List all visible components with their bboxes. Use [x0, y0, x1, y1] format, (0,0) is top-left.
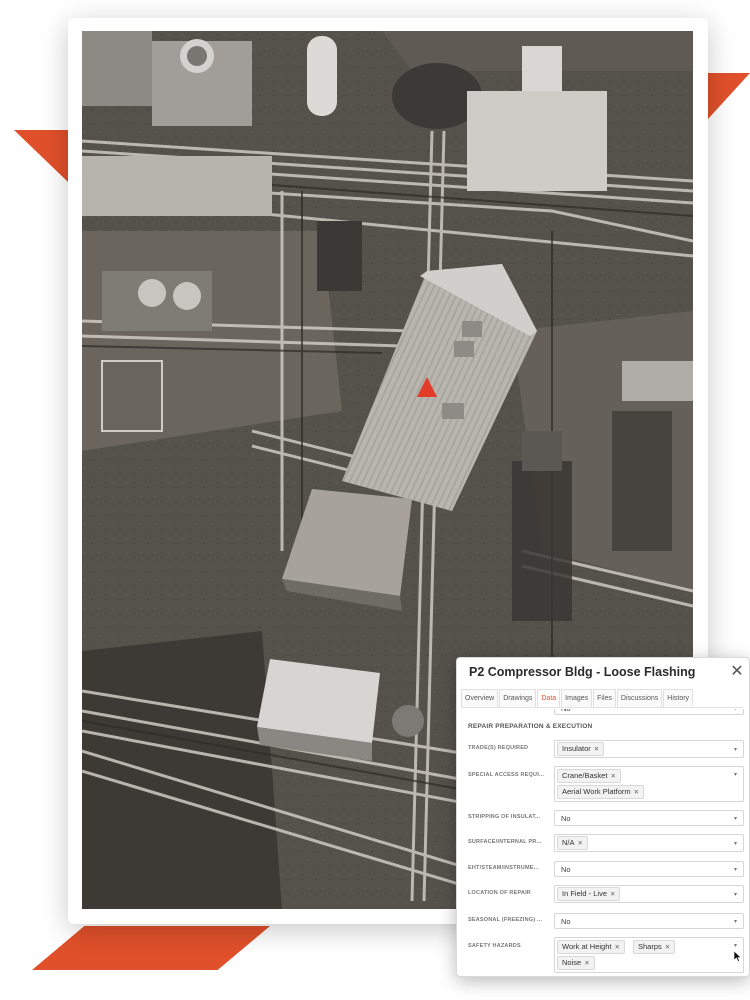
- chevron-down-icon: ▾: [733, 709, 737, 712]
- remove-chip-icon[interactable]: ✕: [610, 773, 615, 780]
- eht-select[interactable]: No ▾: [554, 861, 744, 877]
- decorative-accent-bottom-left: [32, 926, 270, 970]
- cut-row-value: No: [561, 709, 571, 713]
- field-label: TRADE(S) REQUIRED: [468, 745, 529, 751]
- chip: Sharps ✕: [633, 940, 676, 954]
- chevron-down-icon: ▾: [733, 892, 737, 898]
- field-label: STRIPPING OF INSULAT...: [468, 814, 541, 820]
- chip-label: In Field - Live: [562, 889, 608, 898]
- chip: N/A ✕: [557, 836, 588, 850]
- remove-chip-icon[interactable]: ✕: [610, 891, 615, 898]
- form-row-stripping: STRIPPING OF INSULAT... No ▾: [468, 810, 746, 826]
- tab-files[interactable]: Files: [593, 689, 616, 707]
- seasonal-select[interactable]: No ▾: [554, 913, 744, 929]
- tab-drawings[interactable]: Drawings: [499, 689, 537, 707]
- remove-chip-icon[interactable]: ✕: [665, 944, 670, 951]
- remove-chip-icon[interactable]: ✕: [634, 789, 639, 796]
- issue-detail-panel: P2 Compressor Bldg - Loose Flashing ✕ Ov…: [456, 657, 750, 977]
- chevron-down-icon: ▾: [733, 772, 737, 778]
- tab-discussions[interactable]: Discussions: [616, 689, 663, 707]
- form-row-eht: EHT/STEAM/INSTRUME... No ▾: [468, 861, 746, 877]
- chip: Noise ✕: [557, 956, 595, 970]
- mouse-pointer-icon: [734, 951, 742, 962]
- tab-data[interactable]: Data: [537, 689, 561, 707]
- form-row-cut: No ▾: [468, 709, 746, 715]
- chip-label: Aerial Work Platform: [562, 787, 631, 796]
- surface-select[interactable]: N/A ✕ ▾: [554, 834, 744, 852]
- panel-title: P2 Compressor Bldg - Loose Flashing: [469, 665, 696, 679]
- chevron-down-icon: ▾: [733, 867, 737, 873]
- chip: In Field - Live ✕: [557, 887, 621, 901]
- panel-tabs: Overview Drawings Data Images Files Disc…: [461, 689, 743, 708]
- remove-chip-icon[interactable]: ✕: [614, 944, 619, 951]
- field-label: SEASONAL (FREEZING) ...: [468, 917, 543, 923]
- chevron-down-icon: ▾: [733, 816, 737, 822]
- chip: Work at Height ✕: [557, 940, 625, 954]
- form-row-location: LOCATION OF REPAIR In Field - Live ✕ ▾: [468, 885, 746, 903]
- field-value: No: [561, 917, 571, 926]
- data-form[interactable]: No ▾ REPAIR PREPARATION & EXECUTION TRAD…: [457, 709, 749, 976]
- safety-hazards-select[interactable]: Work at Height ✕ Sharps ✕ Noise ✕ ▾: [554, 937, 744, 973]
- field-value: No: [561, 865, 571, 874]
- field-label: SURFACE/INTERNAL PR...: [468, 839, 542, 845]
- panel-header: P2 Compressor Bldg - Loose Flashing ✕: [457, 658, 749, 688]
- close-icon[interactable]: ✕: [729, 664, 745, 680]
- field-label: LOCATION OF REPAIR: [468, 890, 531, 896]
- field-label: EHT/STEAM/INSTRUME...: [468, 865, 539, 871]
- chip-label: Noise: [562, 958, 582, 967]
- form-row-trades-required: TRADE(S) REQUIRED Insulator ✕ ▾: [468, 740, 746, 758]
- chip-label: Insulator: [562, 744, 591, 753]
- form-row-surface: SURFACE/INTERNAL PR... N/A ✕ ▾: [468, 834, 746, 852]
- form-row-safety-hazards: SAFETY HAZARDS Work at Height ✕ Sharps ✕ N…: [468, 937, 746, 973]
- form-row-seasonal: SEASONAL (FREEZING) ... No ▾: [468, 913, 746, 929]
- field-value: No: [561, 814, 571, 823]
- remove-chip-icon[interactable]: ✕: [578, 840, 583, 847]
- trades-required-select[interactable]: Insulator ✕ ▾: [554, 740, 744, 758]
- location-select[interactable]: In Field - Live ✕ ▾: [554, 885, 744, 903]
- chip: Crane/Basket ✕: [557, 769, 621, 783]
- decorative-accent-top-right: [708, 73, 750, 119]
- chevron-down-icon: ▾: [733, 747, 737, 753]
- chip-label: Sharps: [638, 942, 662, 951]
- tab-history[interactable]: History: [663, 689, 694, 707]
- special-access-select[interactable]: Crane/Basket ✕ Aerial Work Platform ✕ ▾: [554, 766, 744, 802]
- chevron-down-icon: ▾: [733, 841, 737, 847]
- chevron-down-icon: ▾: [733, 919, 737, 925]
- chip-label: Crane/Basket: [562, 771, 608, 780]
- chip-label: Work at Height: [562, 942, 612, 951]
- chip: Aerial Work Platform ✕: [557, 785, 645, 799]
- tab-overview[interactable]: Overview: [461, 689, 499, 707]
- form-row-special-access: SPECIAL ACCESS REQUI... Crane/Basket ✕ Ae…: [468, 766, 746, 802]
- cut-row-select[interactable]: No ▾: [554, 709, 744, 715]
- remove-chip-icon[interactable]: ✕: [594, 746, 599, 753]
- tab-images[interactable]: Images: [561, 689, 593, 707]
- chip: Insulator ✕: [557, 742, 605, 756]
- field-label: SPECIAL ACCESS REQUI...: [468, 772, 545, 778]
- field-label: SAFETY HAZARDS: [468, 943, 521, 949]
- section-title: REPAIR PREPARATION & EXECUTION: [468, 723, 593, 730]
- stripping-select[interactable]: No ▾: [554, 810, 744, 826]
- remove-chip-icon[interactable]: ✕: [584, 960, 589, 967]
- decorative-accent-top-left: [14, 130, 68, 182]
- chip-label: N/A: [562, 838, 575, 847]
- chevron-down-icon: ▾: [733, 943, 737, 949]
